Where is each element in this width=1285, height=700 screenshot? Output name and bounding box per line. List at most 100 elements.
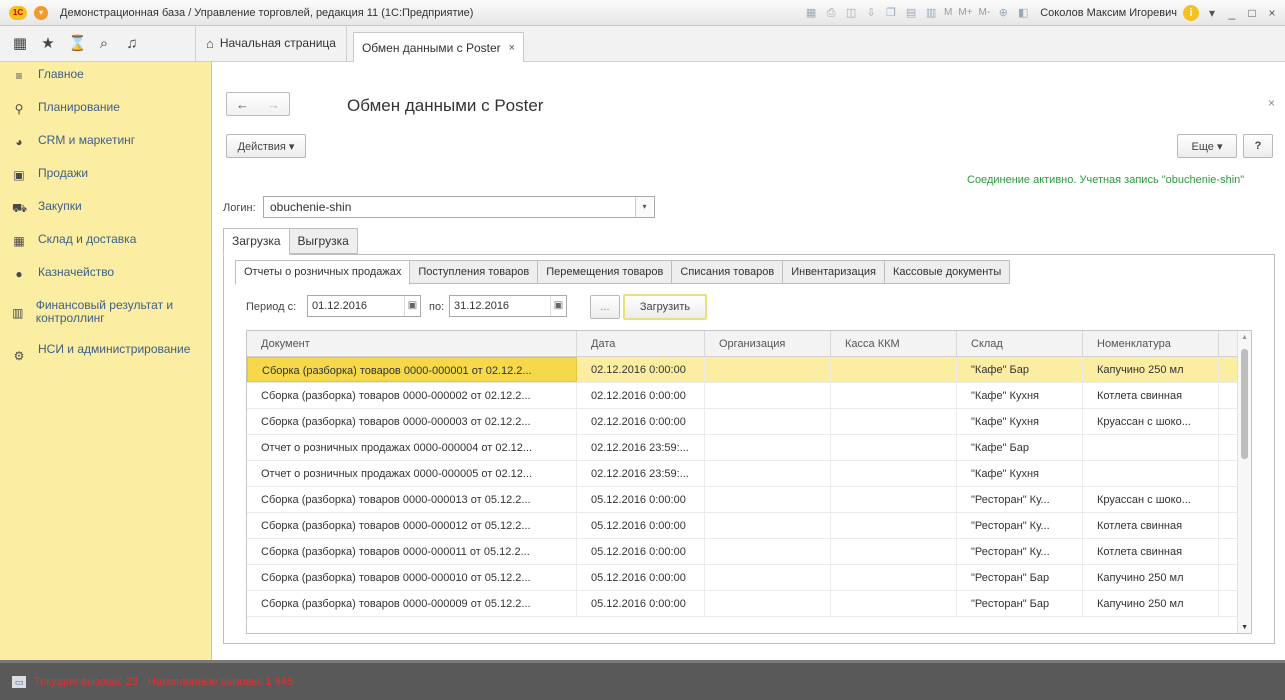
grid-icon[interactable]: ▦ [804,6,818,20]
sidebar-item-warehouse[interactable]: ▦ Склад и доставка [0,227,211,260]
scroll-up-icon[interactable]: ▲ [1241,334,1248,341]
period-select-button[interactable]: ... [590,295,620,319]
home-tab[interactable]: ⌂ Начальная страница [196,25,347,61]
apps-grid-icon[interactable]: ▦ [12,34,28,52]
cell-cash-register [831,487,957,512]
cell-warehouse: "Ресторан" Бар [957,591,1083,616]
cell-document: Сборка (разборка) товаров 0000-000012 от… [247,513,577,538]
table-row[interactable]: Сборка (разборка) товаров 0000-000009 от… [247,591,1251,617]
cell-organization [705,591,831,616]
tab-poster-exchange[interactable]: Обмен данными с Poster × [352,32,525,62]
scroll-thumb[interactable] [1241,349,1248,459]
main-menu-button[interactable]: ▾ [34,5,48,20]
period-to-label: по: [429,301,445,313]
tab-cash-documents[interactable]: Кассовые документы [884,260,1011,284]
cell-nomenclature [1083,461,1219,486]
tab-receipts[interactable]: Поступления товаров [409,260,539,284]
tab-writeoffs[interactable]: Списания товаров [671,260,784,284]
calendar-from-icon[interactable]: ▣ [404,296,420,316]
maximize-button[interactable]: □ [1245,6,1259,20]
dropdown-icon[interactable]: ▾ [1205,6,1219,20]
sidebar-item-main[interactable]: ≡ Главное [0,62,211,95]
sidebar-item-treasury[interactable]: ● Казначейство [0,260,211,293]
table-row[interactable]: Сборка (разборка) товаров 0000-000010 от… [247,565,1251,591]
info-icon[interactable]: i [1183,4,1199,21]
sidebar-item-purchases[interactable]: ⛟ Закупки [0,194,211,227]
table-row[interactable]: Сборка (разборка) товаров 0000-000003 от… [247,409,1251,435]
sidebar-item-sales[interactable]: ▣ Продажи [0,161,211,194]
zoom-icon[interactable]: ⊕ [996,6,1010,20]
help-button[interactable]: ? [1243,134,1273,158]
cell-warehouse: "Ресторан" Ку... [957,539,1083,564]
forward-arrow-icon[interactable]: → [267,97,280,112]
table-row[interactable]: Отчет о розничных продажах 0000-000004 о… [247,435,1251,461]
coin-icon: ● [15,267,23,281]
current-calls: Текущие вызовы: 23 [34,675,138,688]
minimize-button[interactable]: _ [1225,6,1239,20]
panel-icon[interactable]: ◧ [1016,6,1030,20]
sidebar-item-finance[interactable]: ▥ Финансовый результат и контроллинг [0,293,211,337]
sidebar-item-planning[interactable]: ⚲ Планирование [0,95,211,128]
cell-warehouse: "Кафе" Бар [957,435,1083,460]
scroll-down-icon[interactable]: ▼ [1241,624,1248,631]
more-button[interactable]: Еще ▾ [1177,134,1237,158]
cell-warehouse: "Кафе" Кухня [957,461,1083,486]
table-row[interactable]: Сборка (разборка) товаров 0000-000011 от… [247,539,1251,565]
calendar-icon[interactable]: ▥ [924,6,938,20]
close-form-icon[interactable]: × [1268,96,1275,110]
back-arrow-icon[interactable]: ← [236,97,249,112]
user-name[interactable]: Соколов Максим Игоревич [1040,7,1177,19]
sidebar-item-crm[interactable]: ◕ CRM и маркетинг [0,128,211,161]
cell-cash-register [831,591,957,616]
search-icon[interactable]: ⌕ [96,35,112,52]
column-document[interactable]: Документ [247,331,577,356]
memory-plus-button[interactable]: M+ [958,7,972,18]
table-row[interactable]: Сборка (разборка) товаров 0000-000002 от… [247,383,1251,409]
table-header: Документ Дата Организация Касса ККМ Скла… [247,331,1251,357]
column-organization[interactable]: Организация [705,331,831,356]
column-nomenclature[interactable]: Номенклатура [1083,331,1219,356]
preview-icon[interactable]: ◫ [844,6,858,20]
close-window-button[interactable]: × [1265,6,1279,20]
print-icon[interactable]: ⎙ [824,6,838,20]
cell-cash-register [831,513,957,538]
login-dropdown-icon[interactable]: ▾ [635,197,653,217]
favorites-star-icon[interactable]: ★ [40,34,56,52]
memory-button[interactable]: M [944,7,952,18]
copy-icon[interactable]: ❐ [884,6,898,20]
tab-inventory[interactable]: Инвентаризация [782,260,885,284]
period-from-label: Период с: [246,301,297,313]
bell-icon[interactable]: ♫ [124,35,140,52]
vertical-scrollbar[interactable]: ▲ ▼ [1237,331,1251,633]
total-calls: Накопленные вызовы: 1 845 [147,675,293,688]
cell-nomenclature: Круассан с шоко... [1083,409,1219,434]
load-button[interactable]: Загрузить [623,294,707,320]
calendar-to-icon[interactable]: ▣ [550,296,566,316]
history-icon[interactable]: ⌛ [68,34,87,52]
table-row[interactable]: Сборка (разборка) товаров 0000-000012 от… [247,513,1251,539]
close-tab-icon[interactable]: × [509,42,515,54]
cell-date: 05.12.2016 0:00:00 [577,487,705,512]
tab-load[interactable]: Загрузка [223,228,290,255]
actions-button[interactable]: Действия ▾ [226,134,306,158]
login-input[interactable]: obuchenie-shin [263,196,655,218]
column-cash-register[interactable]: Касса ККМ [831,331,957,356]
tab-retail-reports[interactable]: Отчеты о розничных продажах [235,260,411,285]
sidebar-item-admin[interactable]: ⚙ НСИ и администрирование [0,337,211,381]
memory-minus-button[interactable]: M- [979,7,991,18]
table-row[interactable]: Сборка (разборка) товаров 0000-000001 от… [247,357,1251,383]
tab-upload[interactable]: Выгрузка [288,228,358,254]
table-row[interactable]: Сборка (разборка) товаров 0000-000013 от… [247,487,1251,513]
cell-document: Сборка (разборка) товаров 0000-000013 от… [247,487,577,512]
cell-date: 05.12.2016 0:00:00 [577,565,705,590]
cell-organization [705,487,831,512]
tab-transfers[interactable]: Перемещения товаров [537,260,673,284]
table-row[interactable]: Отчет о розничных продажах 0000-000005 о… [247,461,1251,487]
cart-icon: ⛟ [12,201,28,215]
column-date[interactable]: Дата [577,331,705,356]
cell-organization [705,513,831,538]
save-icon[interactable]: ⇩ [864,6,878,20]
pie-chart-icon: ◕ [15,135,23,149]
calculator-icon[interactable]: ▤ [904,6,918,20]
column-warehouse[interactable]: Склад [957,331,1083,356]
